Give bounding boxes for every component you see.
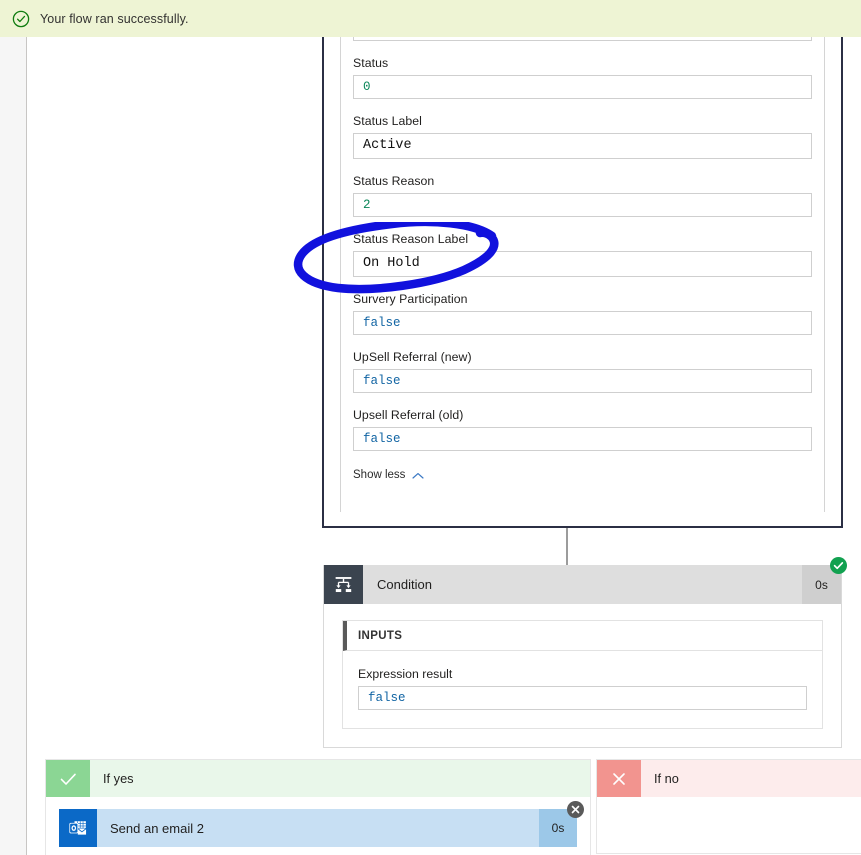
branch-if-no-header[interactable]: If no [597,760,861,797]
branch-if-yes-content: Send an email 2 0s [46,797,590,855]
field-upsell-referral-old: Upsell Referral (old) false [353,408,812,451]
inputs-section: INPUTS Expression result false [342,620,823,729]
success-banner-text: Your flow ran successfully. [40,11,189,26]
field-status: Status 0 [353,56,812,99]
field-label: Survery Participation [353,292,468,306]
action-card-inner-panel: Status 0 Status Label Active Status Reas… [340,37,825,512]
outlook-icon [59,809,97,847]
field-survery-participation: Survery Participation false [353,292,812,335]
field-upsell-referral-new: UpSell Referral (new) false [353,350,812,393]
show-less-label: Show less [353,469,406,481]
condition-card[interactable]: Condition 0s INPUTS Expression result fa… [323,557,847,748]
action-card-send-an-email-2[interactable]: Send an email 2 0s [59,801,584,847]
close-icon [597,760,641,797]
field-value[interactable]: 0 [353,75,812,99]
chevron-up-icon [412,471,425,479]
field-value[interactable]: On Hold [353,251,812,277]
field-label: Status Reason [353,174,435,188]
field-value[interactable]: 2 [353,193,812,217]
field-label: Status Label [353,114,422,128]
field-label: UpSell Referral (new) [353,350,472,364]
expression-result-value[interactable]: false [358,686,807,710]
branch-if-no-label: If no [654,771,679,786]
branch-if-no-content [597,797,861,853]
branch-if-yes-label: If yes [103,771,134,786]
check-circle-filled-icon [830,557,847,574]
clipped-field-value [353,37,812,41]
condition-title: Condition [377,577,432,592]
inputs-section-content: Expression result false [343,651,822,728]
check-icon [46,760,90,797]
field-status-reason: Status Reason 2 [353,174,812,217]
field-value[interactable]: false [353,427,812,451]
action-card-body: Status 0 Status Label Active Status Reas… [324,37,841,526]
show-less-toggle[interactable]: Show less [353,469,425,481]
field-status-label: Status Label Active [353,114,812,159]
field-value[interactable]: Active [353,133,812,159]
field-label: Upsell Referral (old) [353,408,464,422]
check-circle-icon [12,10,30,28]
field-value[interactable]: false [353,369,812,393]
expression-result-label: Expression result [358,667,453,681]
flow-run-page: Your flow ran successfully. Status 0 Sta… [0,0,861,855]
field-status-reason-label: Status Reason Label On Hold [353,232,812,277]
close-circle-filled-icon [567,801,584,818]
condition-branch-icon [324,565,363,604]
condition-card-header[interactable]: Condition 0s [324,557,847,604]
action-card-outputs[interactable]: Status 0 Status Label Active Status Reas… [322,37,843,528]
condition-card-body: INPUTS Expression result false [324,604,841,747]
success-banner: Your flow ran successfully. [0,0,861,37]
branch-if-yes-header[interactable]: If yes [46,760,590,797]
branch-if-no: If no [596,759,861,854]
field-value[interactable]: false [353,311,812,335]
action-title: Send an email 2 [110,820,204,836]
flow-canvas: Status 0 Status Label Active Status Reas… [28,37,861,855]
branch-if-yes: If yes Send an email 2 0s [45,759,591,855]
field-label: Status Reason Label [353,232,469,246]
inputs-section-title[interactable]: INPUTS [343,621,822,651]
field-label: Status [353,56,389,70]
left-rail [0,37,27,855]
